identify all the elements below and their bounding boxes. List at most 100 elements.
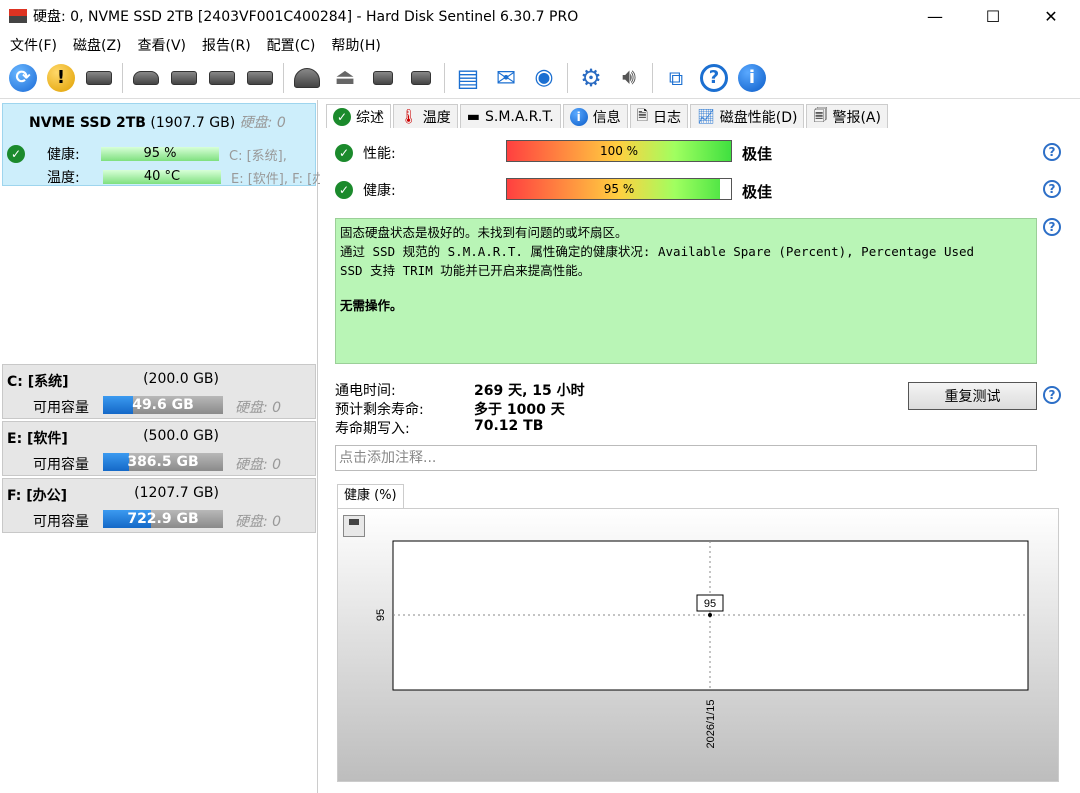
volume-disk-ref: 硬盘: 0 <box>235 514 282 530</box>
power-on-label: 通电时间: <box>335 383 396 399</box>
volume-disk-ref: 硬盘: 0 <box>235 400 282 416</box>
help-icon[interactable]: ? <box>1043 143 1061 161</box>
disk-partitions-2: E: [软件], F: [办 <box>231 171 326 187</box>
tab-smart[interactable]: ▬ S.M.A.R.T. <box>459 104 561 128</box>
help-icon[interactable]: ? <box>1043 180 1061 198</box>
volume-cap-label: 可用容量 <box>33 514 89 530</box>
tab-temperature[interactable]: 🌡︎ 温度 <box>393 104 458 128</box>
notepad-icon[interactable]: ▤ <box>452 62 484 94</box>
menu-bar: 文件(F) 磁盘(Z) 查看(V) 报告(R) 配置(C) 帮助(H) <box>0 32 1080 57</box>
disk-timer-icon[interactable] <box>168 62 200 94</box>
menu-disk[interactable]: 磁盘(Z) <box>67 35 128 55</box>
health-label: 健康: <box>363 183 396 199</box>
data-point-label-text: 95 <box>704 598 716 610</box>
refresh-warning-icon[interactable]: ! <box>45 62 77 94</box>
disk-surface-icon[interactable] <box>291 62 323 94</box>
thermometer-icon: 🌡︎ <box>400 108 418 125</box>
email-icon[interactable]: ✉ <box>490 62 522 94</box>
data-point <box>708 613 712 617</box>
tab-alerts[interactable]: 🗐 警报(A) <box>806 104 888 128</box>
health-chart: 95 95 2026/1/15 <box>337 508 1059 782</box>
status-action: 无需操作。 <box>340 298 403 313</box>
performance-rating: 极佳 <box>742 145 773 163</box>
menu-config[interactable]: 配置(C) <box>261 35 322 55</box>
eject-icon[interactable]: ⏏ <box>329 62 361 94</box>
minimize-button[interactable]: — <box>906 0 964 32</box>
disk-check-icon[interactable] <box>206 62 238 94</box>
document-icon: 🗎 <box>636 107 648 124</box>
volume-disk-ref: 硬盘: 0 <box>235 457 282 473</box>
close-button[interactable]: ✕ <box>1022 0 1080 32</box>
disk-health-bar: 95 % <box>101 147 219 161</box>
maximize-button[interactable]: ☐ <box>964 0 1022 32</box>
health-value: 95 % <box>603 182 635 196</box>
menu-file[interactable]: 文件(F) <box>4 35 63 55</box>
app-icon <box>9 9 27 23</box>
health-rating: 极佳 <box>742 183 773 201</box>
disk-temp-label: 温度: <box>47 170 80 186</box>
screenshot-icon[interactable]: ⧉ <box>660 62 692 94</box>
help-icon[interactable]: ? <box>1043 218 1061 236</box>
disk-size: (1907.7 GB) <box>150 115 236 131</box>
disk-health-label: 健康: <box>47 147 80 163</box>
lifetime-writes-label: 寿命期写入: <box>335 421 410 437</box>
toolbar-separator <box>122 62 123 93</box>
remaining-life-value: 多于 1000 天 <box>474 402 565 418</box>
volume-cap-label: 可用容量 <box>33 400 89 416</box>
tab-bar: ✓ 综述 🌡︎ 温度 ▬ S.M.A.R.T. i 信息 🗎 日志 📈︎ 磁盘性能(D) 🗐… <box>326 104 890 128</box>
network-icon[interactable]: ◉ <box>528 62 560 94</box>
tab-overview[interactable]: ✓ 综述 <box>326 104 391 128</box>
volume-cap-label: 可用容量 <box>33 457 89 473</box>
help-icon[interactable]: ? <box>698 62 730 94</box>
info-icon[interactable]: i <box>736 62 768 94</box>
data-point-label: 95 <box>696 594 724 612</box>
disk-tool-icon[interactable] <box>367 62 399 94</box>
note-input[interactable]: 点击添加注释... <box>335 445 1037 471</box>
retest-button[interactable]: 重复测试 <box>908 382 1037 410</box>
left-panel: NVME SSD 2TB (1907.7 GB) 硬盘: 0 ✓ 健康: 95 … <box>0 100 325 793</box>
y-tick-label: 95 <box>375 609 387 621</box>
volume-free-text: 722.9 GB <box>127 511 199 527</box>
tab-disk-performance[interactable]: 📈︎ 磁盘性能(D) <box>689 104 805 128</box>
refresh-icon[interactable]: ⟳ <box>7 62 39 94</box>
volume-free-text: 386.5 GB <box>127 454 199 470</box>
sound-icon[interactable]: 🔊︎ <box>613 62 645 94</box>
menu-view[interactable]: 查看(V) <box>132 35 193 55</box>
disk-search-icon[interactable] <box>244 62 276 94</box>
menu-report[interactable]: 报告(R) <box>196 35 257 55</box>
tab-label: 综述 <box>356 109 384 126</box>
tab-info[interactable]: i 信息 <box>562 104 628 128</box>
toolbar: ⟳ ! ⏏ ▤ ✉ ◉ ⚙ 🔊︎ ⧉ ? i <box>0 57 1080 99</box>
chart-svg: 95 95 2026/1/15 <box>375 540 1029 748</box>
tab-label: 温度 <box>422 109 451 126</box>
disk-temp-row: 温度: 40 °C E: [软件], F: [办 <box>47 167 325 187</box>
lifetime-writes-value: 70.12 TB <box>474 418 544 434</box>
info-icon: i <box>569 107 588 126</box>
disk-health-row: ✓ 健康: 95 % C: [系统], <box>7 144 287 164</box>
tab-label: 日志 <box>652 109 681 126</box>
gear-icon[interactable]: ⚙ <box>575 62 607 94</box>
tab-log[interactable]: 🗎 日志 <box>629 104 688 128</box>
toolbar-separator <box>444 62 445 93</box>
volume-f[interactable]: F: [办公] (1207.7 GB) 可用容量 722.9 GB 硬盘: 0 <box>2 478 316 533</box>
disk-list-icon[interactable] <box>83 62 115 94</box>
check-icon: ✓ <box>7 145 25 163</box>
status-box: 固态硬盘状态是极好的。未找到有问题的或坏扇区。 通过 SSD 规范的 S.M.A… <box>335 218 1037 364</box>
volume-size: (500.0 GB) <box>143 428 219 444</box>
disk-export-icon[interactable] <box>405 62 437 94</box>
volume-c[interactable]: C: [系统] (200.0 GB) 可用容量 49.6 GB 硬盘: 0 <box>2 364 316 419</box>
disk-title: NVME SSD 2TB (1907.7 GB) 硬盘: 0 <box>29 112 286 132</box>
disk-info-icon[interactable] <box>130 62 162 94</box>
status-line: SSD 支持 TRIM 功能并已开启来提高性能。 <box>340 263 591 278</box>
toolbar-separator <box>283 62 284 93</box>
title-bar: 硬盘: 0, NVME SSD 2TB [2403VF001C400284] -… <box>0 0 1080 32</box>
menu-help[interactable]: 帮助(H) <box>325 35 386 55</box>
volume-e[interactable]: E: [软件] (500.0 GB) 可用容量 386.5 GB 硬盘: 0 <box>2 421 316 476</box>
chart-tab-health[interactable]: 健康 (%) <box>337 484 404 508</box>
tab-label: S.M.A.R.T. <box>485 108 554 125</box>
check-icon: ✓ <box>335 181 353 199</box>
help-icon[interactable]: ? <box>1043 386 1061 404</box>
disk-card[interactable]: NVME SSD 2TB (1907.7 GB) 硬盘: 0 ✓ 健康: 95 … <box>2 103 325 187</box>
alert-doc-icon: 🗐 <box>813 107 828 124</box>
tab-label: 警报(A) <box>832 109 881 126</box>
